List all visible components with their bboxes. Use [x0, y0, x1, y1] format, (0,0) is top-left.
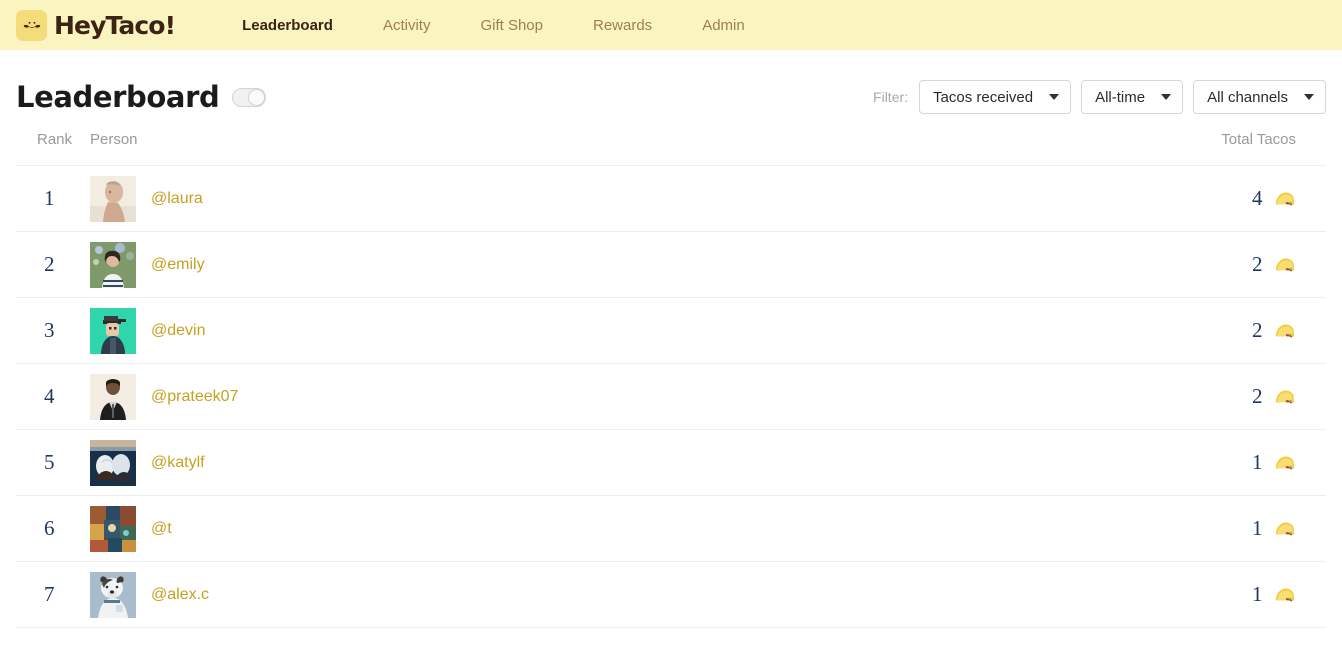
person-link[interactable]: @laura	[151, 190, 203, 208]
total-count: 1	[1252, 582, 1263, 606]
row-rank: 1	[16, 165, 90, 232]
person-link[interactable]: @emily	[151, 256, 205, 274]
nav-link-leaderboard[interactable]: Leaderboard	[217, 17, 358, 34]
row-person: @alex.c	[90, 561, 1086, 628]
table-row: 7 @alex.c 1	[16, 561, 1326, 628]
statue-bust-avatar	[90, 175, 136, 222]
total-count: 2	[1252, 318, 1263, 342]
row-total: 1	[1086, 429, 1326, 496]
filter-controls: Filter: Tacos received All-time All chan…	[873, 80, 1326, 114]
row-rank: 7	[16, 561, 90, 628]
brand-name: HeyTaco!	[54, 10, 176, 40]
dog-illustration-avatar	[90, 571, 136, 618]
row-total: 2	[1086, 231, 1326, 298]
filter-timeframe-value: All-time	[1095, 88, 1146, 106]
filter-label: Filter:	[873, 89, 909, 105]
chevron-down-icon	[1161, 94, 1172, 100]
table-row: 1 @laura 4	[16, 165, 1326, 232]
chevron-down-icon	[1049, 94, 1060, 100]
row-person: @prateek07	[90, 363, 1086, 430]
taco-icon	[1274, 387, 1296, 406]
column-header-rank: Rank	[16, 131, 90, 166]
photo-person-flowers-avatar	[90, 241, 136, 288]
table-header-row: Rank Person Total Tacos	[16, 131, 1326, 166]
taco-icon	[1274, 189, 1296, 208]
row-rank: 5	[16, 429, 90, 496]
row-total: 2	[1086, 363, 1326, 430]
taco-icon	[1274, 453, 1296, 472]
table-row: 5 @katylf 1	[16, 429, 1326, 496]
filter-select-metric[interactable]: Tacos received	[919, 80, 1072, 114]
table-row: 3 @devin 2	[16, 297, 1326, 364]
taco-icon	[1274, 585, 1296, 604]
total-count: 2	[1252, 384, 1263, 408]
cartoon-cap-teal-avatar	[90, 307, 136, 354]
filter-channel-value: All channels	[1207, 88, 1288, 106]
nav-link-admin[interactable]: Admin	[677, 17, 770, 34]
total-count: 4	[1252, 186, 1263, 210]
person-link[interactable]: @t	[151, 520, 172, 538]
filter-select-timeframe[interactable]: All-time	[1081, 80, 1184, 114]
brand-logo-group[interactable]: HeyTaco!	[16, 9, 176, 41]
row-rank: 6	[16, 495, 90, 562]
filter-metric-value: Tacos received	[933, 88, 1034, 106]
total-count: 2	[1252, 252, 1263, 276]
row-person: @emily	[90, 231, 1086, 298]
row-rank: 3	[16, 297, 90, 364]
row-total: 4	[1086, 165, 1326, 232]
taco-mustache-icon	[16, 9, 47, 41]
leaderboard-view-toggle[interactable]	[232, 87, 267, 107]
row-person: @katylf	[90, 429, 1086, 496]
row-person: @devin	[90, 297, 1086, 364]
person-link[interactable]: @devin	[151, 322, 206, 340]
row-rank: 4	[16, 363, 90, 430]
person-link[interactable]: @katylf	[151, 454, 205, 472]
column-header-total: Total Tacos	[1086, 131, 1326, 166]
leaderboard-table: Rank Person Total Tacos 1 @laura 4 2 @em…	[16, 131, 1326, 628]
taco-icon	[1274, 255, 1296, 274]
filter-select-channel[interactable]: All channels	[1193, 80, 1326, 114]
nav-links: Leaderboard Activity Gift Shop Rewards A…	[217, 17, 770, 34]
row-rank: 2	[16, 231, 90, 298]
page-container: Leaderboard Filter: Tacos received All-t…	[0, 66, 1342, 628]
top-navbar: HeyTaco! Leaderboard Activity Gift Shop …	[0, 0, 1342, 50]
table-row: 2 @emily 2	[16, 231, 1326, 298]
table-row: 4 @prateek07 2	[16, 363, 1326, 430]
chevron-down-icon	[1304, 94, 1314, 100]
total-count: 1	[1252, 450, 1263, 474]
toggle-knob	[248, 88, 266, 106]
total-count: 1	[1252, 516, 1263, 540]
nav-link-activity[interactable]: Activity	[358, 17, 456, 34]
taco-icon	[1274, 519, 1296, 538]
painting-lovers-avatar	[90, 439, 136, 486]
nav-link-rewards[interactable]: Rewards	[568, 17, 677, 34]
table-row: 6 @t 1	[16, 495, 1326, 562]
taco-icon	[1274, 321, 1296, 340]
photo-suit-avatar	[90, 373, 136, 420]
row-person: @t	[90, 495, 1086, 562]
row-total: 1	[1086, 561, 1326, 628]
table-body: 1 @laura 4 2 @emily 2 3 @devin 2 4 @prat…	[16, 165, 1326, 628]
nav-link-gift-shop[interactable]: Gift Shop	[455, 17, 568, 34]
column-header-person: Person	[90, 131, 1086, 166]
page-header: Leaderboard Filter: Tacos received All-t…	[16, 66, 1326, 128]
person-link[interactable]: @alex.c	[151, 586, 209, 604]
row-person: @laura	[90, 165, 1086, 232]
row-total: 2	[1086, 297, 1326, 364]
colorful-collage-avatar	[90, 505, 136, 552]
page-title: Leaderboard	[16, 79, 220, 114]
person-link[interactable]: @prateek07	[151, 388, 238, 406]
table-header: Rank Person Total Tacos	[16, 131, 1326, 166]
row-total: 1	[1086, 495, 1326, 562]
